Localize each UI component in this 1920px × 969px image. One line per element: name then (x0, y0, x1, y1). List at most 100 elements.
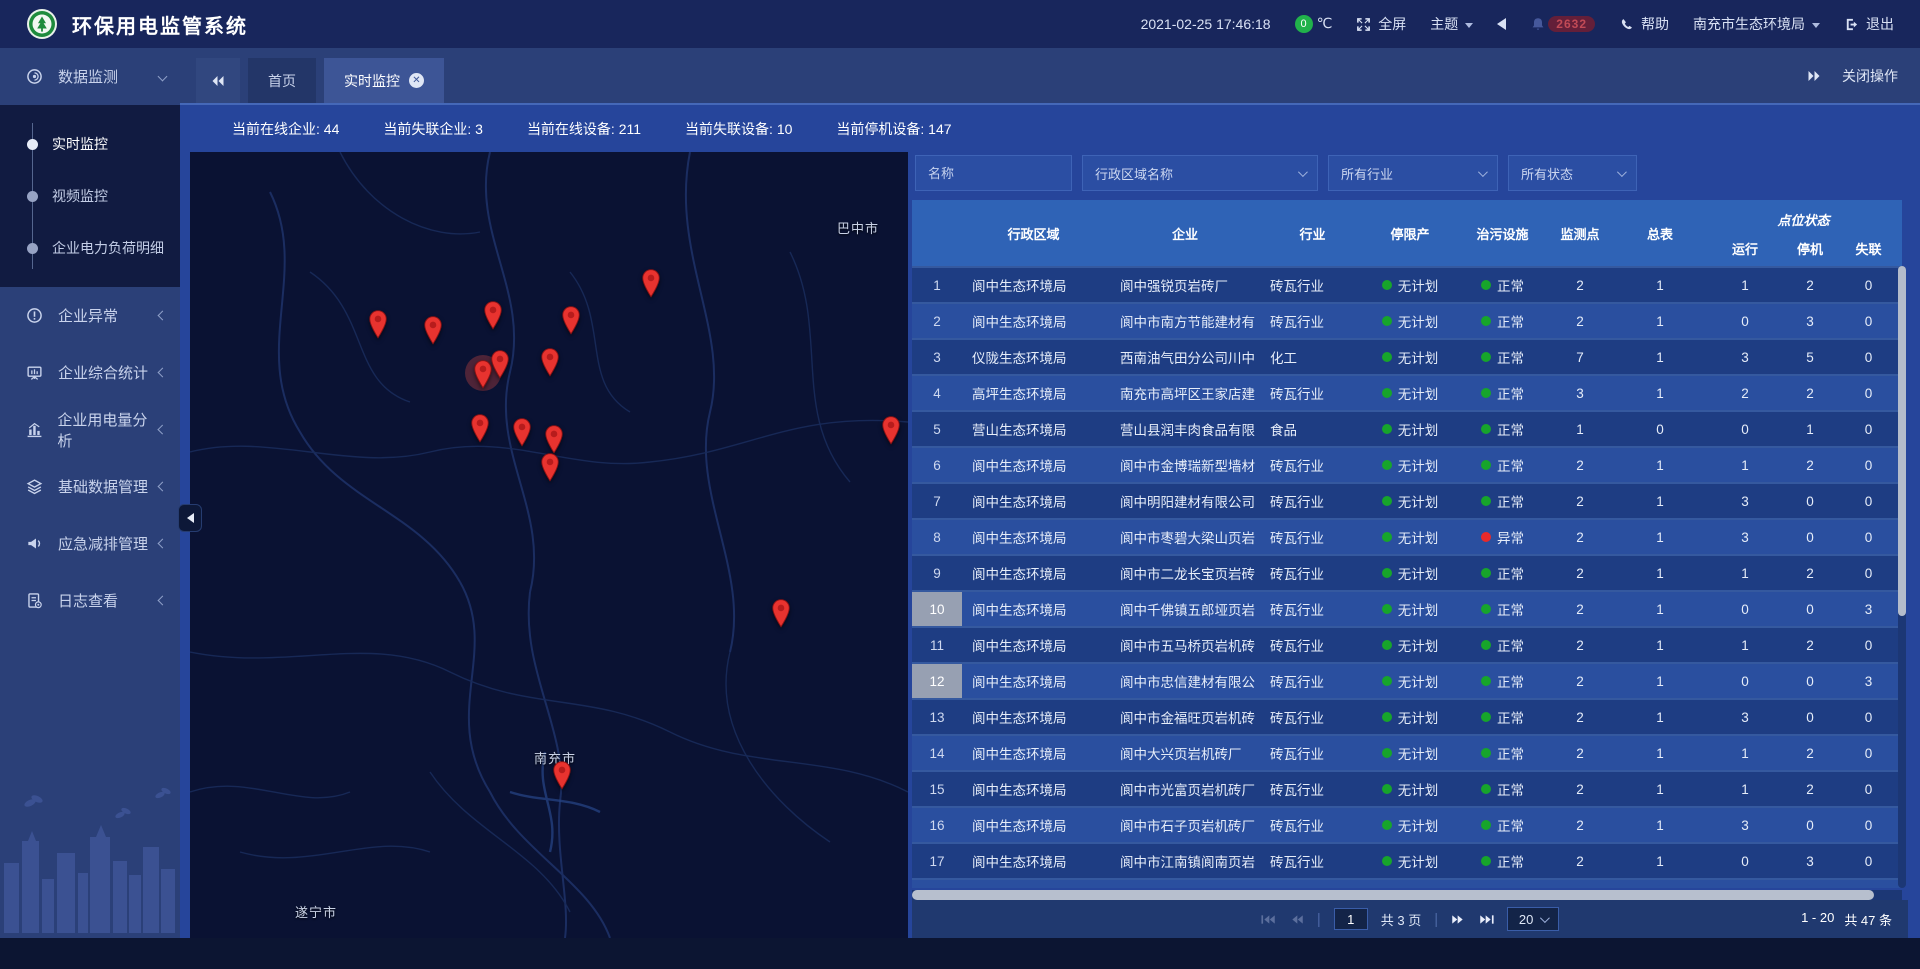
map-pin[interactable] (539, 347, 561, 377)
table-row[interactable]: 6阆中生态环境局阆中市金博瑞新型墙材砖瓦行业无计划正常21120 (912, 446, 1902, 482)
sidebar-item-log-view[interactable]: 日志查看 (0, 572, 180, 629)
logout-button[interactable]: 退出 (1844, 14, 1894, 34)
cell-region: 营山生态环境局 (962, 419, 1105, 439)
sidebar-subitem-power-load-detail[interactable]: 企业电力负荷明细 (0, 222, 180, 274)
notification-bell[interactable]: 2632 (1530, 16, 1595, 32)
map-pin[interactable] (367, 309, 389, 339)
map-collapse-button[interactable] (178, 504, 202, 532)
map-pin[interactable] (640, 268, 662, 298)
map-roads (190, 152, 908, 938)
table-row[interactable]: 11阆中生态环境局阆中市五马桥页岩机砖砖瓦行业无计划正常21120 (912, 626, 1902, 662)
status-filter-select[interactable]: 所有状态 (1508, 155, 1637, 191)
stat-item: 当前停机设备: 147 (836, 119, 951, 139)
map-pin[interactable] (543, 424, 565, 454)
monitor-panel: 行政区域名称 所有行业 所有状态 行政区域 企业 行业 停限产 治污设施 监测点 (912, 152, 1908, 938)
table-row[interactable]: 7阆中生态环境局阆中明阳建材有限公司砖瓦行业无计划正常21300 (912, 482, 1902, 518)
table-row[interactable]: 10阆中生态环境局阆中千佛镇五郎垭页岩砖瓦行业无计划正常21003 (912, 590, 1902, 626)
chevron-left-icon (158, 311, 168, 321)
table-row[interactable]: 3仪陇生态环境局西南油气田分公司川中化工无计划正常71350 (912, 338, 1902, 374)
vertical-scrollbar-thumb[interactable] (1898, 266, 1906, 616)
table-row[interactable]: 13阆中生态环境局阆中市金福旺页岩机砖砖瓦行业无计划正常21300 (912, 698, 1902, 734)
sidebar-item-emergency-reduction[interactable]: 应急减排管理 (0, 515, 180, 572)
table-row[interactable]: 12阆中生态环境局阆中市忠信建材有限公砖瓦行业无计划正常21003 (912, 662, 1902, 698)
sidebar-subitem-realtime-monitor[interactable]: 实时监控 (0, 118, 180, 170)
table-row[interactable]: 2阆中生态环境局阆中市南方节能建材有砖瓦行业无计划正常21030 (912, 302, 1902, 338)
cell-running: 1 (1705, 638, 1785, 653)
status-dot-green-icon (1481, 640, 1491, 650)
close-operations-button[interactable]: 关闭操作 (1842, 66, 1898, 86)
cell-region: 阆中生态环境局 (962, 779, 1105, 799)
cell-total-meters: 1 (1615, 854, 1705, 869)
help-button[interactable]: 帮助 (1619, 14, 1669, 34)
cell-disconnected: 0 (1835, 566, 1902, 581)
name-search-field[interactable] (928, 166, 1059, 181)
table-row[interactable]: 9阆中生态环境局阆中市二龙长宝页岩砖砖瓦行业无计划正常21120 (912, 554, 1902, 590)
map-pin[interactable] (539, 452, 561, 482)
table-row[interactable]: 18南部生态环境局南部县瑞华土陶有限公砖瓦行业无计划正常21030 (912, 878, 1902, 888)
table-row[interactable]: 15阆中生态环境局阆中市光富页岩机砖厂砖瓦行业无计划正常21120 (912, 770, 1902, 806)
cell-pollution-facility: 正常 (1460, 635, 1545, 655)
page-size-select[interactable]: 20 (1507, 907, 1559, 931)
table-row[interactable]: 16阆中生态环境局阆中市石子页岩机砖厂砖瓦行业无计划正常21300 (912, 806, 1902, 842)
sidebar-item-base-data[interactable]: 基础数据管理 (0, 458, 180, 515)
cell-monitor-points: 2 (1545, 782, 1615, 797)
map-pin[interactable] (551, 760, 573, 790)
region-filter-select[interactable]: 行政区域名称 (1082, 155, 1318, 191)
map-pin[interactable] (511, 417, 533, 447)
horizontal-scrollbar-thumb[interactable] (912, 890, 1874, 900)
map-pin[interactable] (469, 413, 491, 443)
table-row[interactable]: 5营山生态环境局营山县润丰肉食品有限食品无计划正常10010 (912, 410, 1902, 446)
horn-icon (26, 535, 46, 553)
tabs-scroll-left-button[interactable] (196, 58, 240, 103)
column-stop-limit: 停限产 (1360, 200, 1460, 266)
sidebar-item-data-monitor[interactable]: 数据监测 (0, 48, 180, 105)
cell-stopped: 2 (1785, 566, 1835, 581)
sidebar-item-power-usage-analysis[interactable]: 企业用电量分析 (0, 401, 180, 458)
tab-close-icon[interactable]: ✕ (409, 73, 424, 88)
cell-region: 阆中生态环境局 (962, 743, 1105, 763)
name-search-input[interactable] (915, 155, 1072, 191)
temperature-badge: 0 (1295, 15, 1313, 33)
sidebar-item-enterprise-abnormal[interactable]: 企业异常 (0, 287, 180, 344)
page-number-input[interactable] (1334, 908, 1368, 930)
map-pin[interactable] (489, 349, 511, 379)
cell-disconnected: 0 (1835, 350, 1902, 365)
table-row[interactable]: 8阆中生态环境局阆中市枣碧大梁山页岩砖瓦行业无计划异常21300 (912, 518, 1902, 554)
cell-index: 3 (912, 340, 962, 374)
tab-home[interactable]: 首页 (248, 58, 316, 103)
cell-monitor-points: 2 (1545, 278, 1615, 293)
cell-monitor-points: 2 (1545, 530, 1615, 545)
previous-page-button[interactable] (1289, 914, 1304, 925)
map-panel[interactable]: 巴中市南充市遂宁市 (190, 152, 908, 938)
cell-pollution-facility: 正常 (1460, 779, 1545, 799)
speaker-mute-button[interactable] (1497, 18, 1506, 30)
cell-total-meters: 1 (1615, 350, 1705, 365)
double-arrow-right-icon[interactable] (1806, 70, 1822, 82)
table-row[interactable]: 4高坪生态环境局南充市高坪区王家店建砖瓦行业无计划正常31220 (912, 374, 1902, 410)
industry-filter-select[interactable]: 所有行业 (1328, 155, 1498, 191)
first-page-button[interactable] (1261, 914, 1276, 925)
map-pin[interactable] (880, 415, 902, 445)
status-dot-green-icon (1382, 604, 1392, 614)
chevron-down-icon (158, 72, 168, 82)
last-page-button[interactable] (1479, 914, 1494, 925)
cell-pollution-facility: 正常 (1460, 419, 1545, 439)
cell-company: 西南油气田分公司川中 (1105, 347, 1265, 367)
organization-menu[interactable]: 南充市生态环境局 (1693, 14, 1820, 34)
table-row[interactable]: 17阆中生态环境局阆中市江南镇阆南页岩砖瓦行业无计划正常21030 (912, 842, 1902, 878)
table-row[interactable]: 1阆中生态环境局阆中强锐页岩砖厂砖瓦行业无计划正常21120 (912, 266, 1902, 302)
cell-pollution-facility: 正常 (1460, 311, 1545, 331)
map-pin[interactable] (422, 315, 444, 345)
tab-realtime-monitor[interactable]: 实时监控 ✕ (324, 58, 444, 103)
theme-menu[interactable]: 主题 (1430, 14, 1473, 34)
map-pin[interactable] (482, 300, 504, 330)
table-row[interactable]: 14阆中生态环境局阆中大兴页岩机砖厂砖瓦行业无计划正常21120 (912, 734, 1902, 770)
sidebar-subitem-video-monitor[interactable]: 视频监控 (0, 170, 180, 222)
sidebar-item-enterprise-statistics[interactable]: 企业综合统计 (0, 344, 180, 401)
map-pin[interactable] (560, 305, 582, 335)
map-pin[interactable] (770, 598, 792, 628)
cell-pollution-facility: 正常 (1460, 455, 1545, 475)
fullscreen-button[interactable]: 全屏 (1356, 14, 1406, 34)
next-page-button[interactable] (1451, 914, 1466, 925)
cell-industry: 砖瓦行业 (1265, 851, 1360, 871)
